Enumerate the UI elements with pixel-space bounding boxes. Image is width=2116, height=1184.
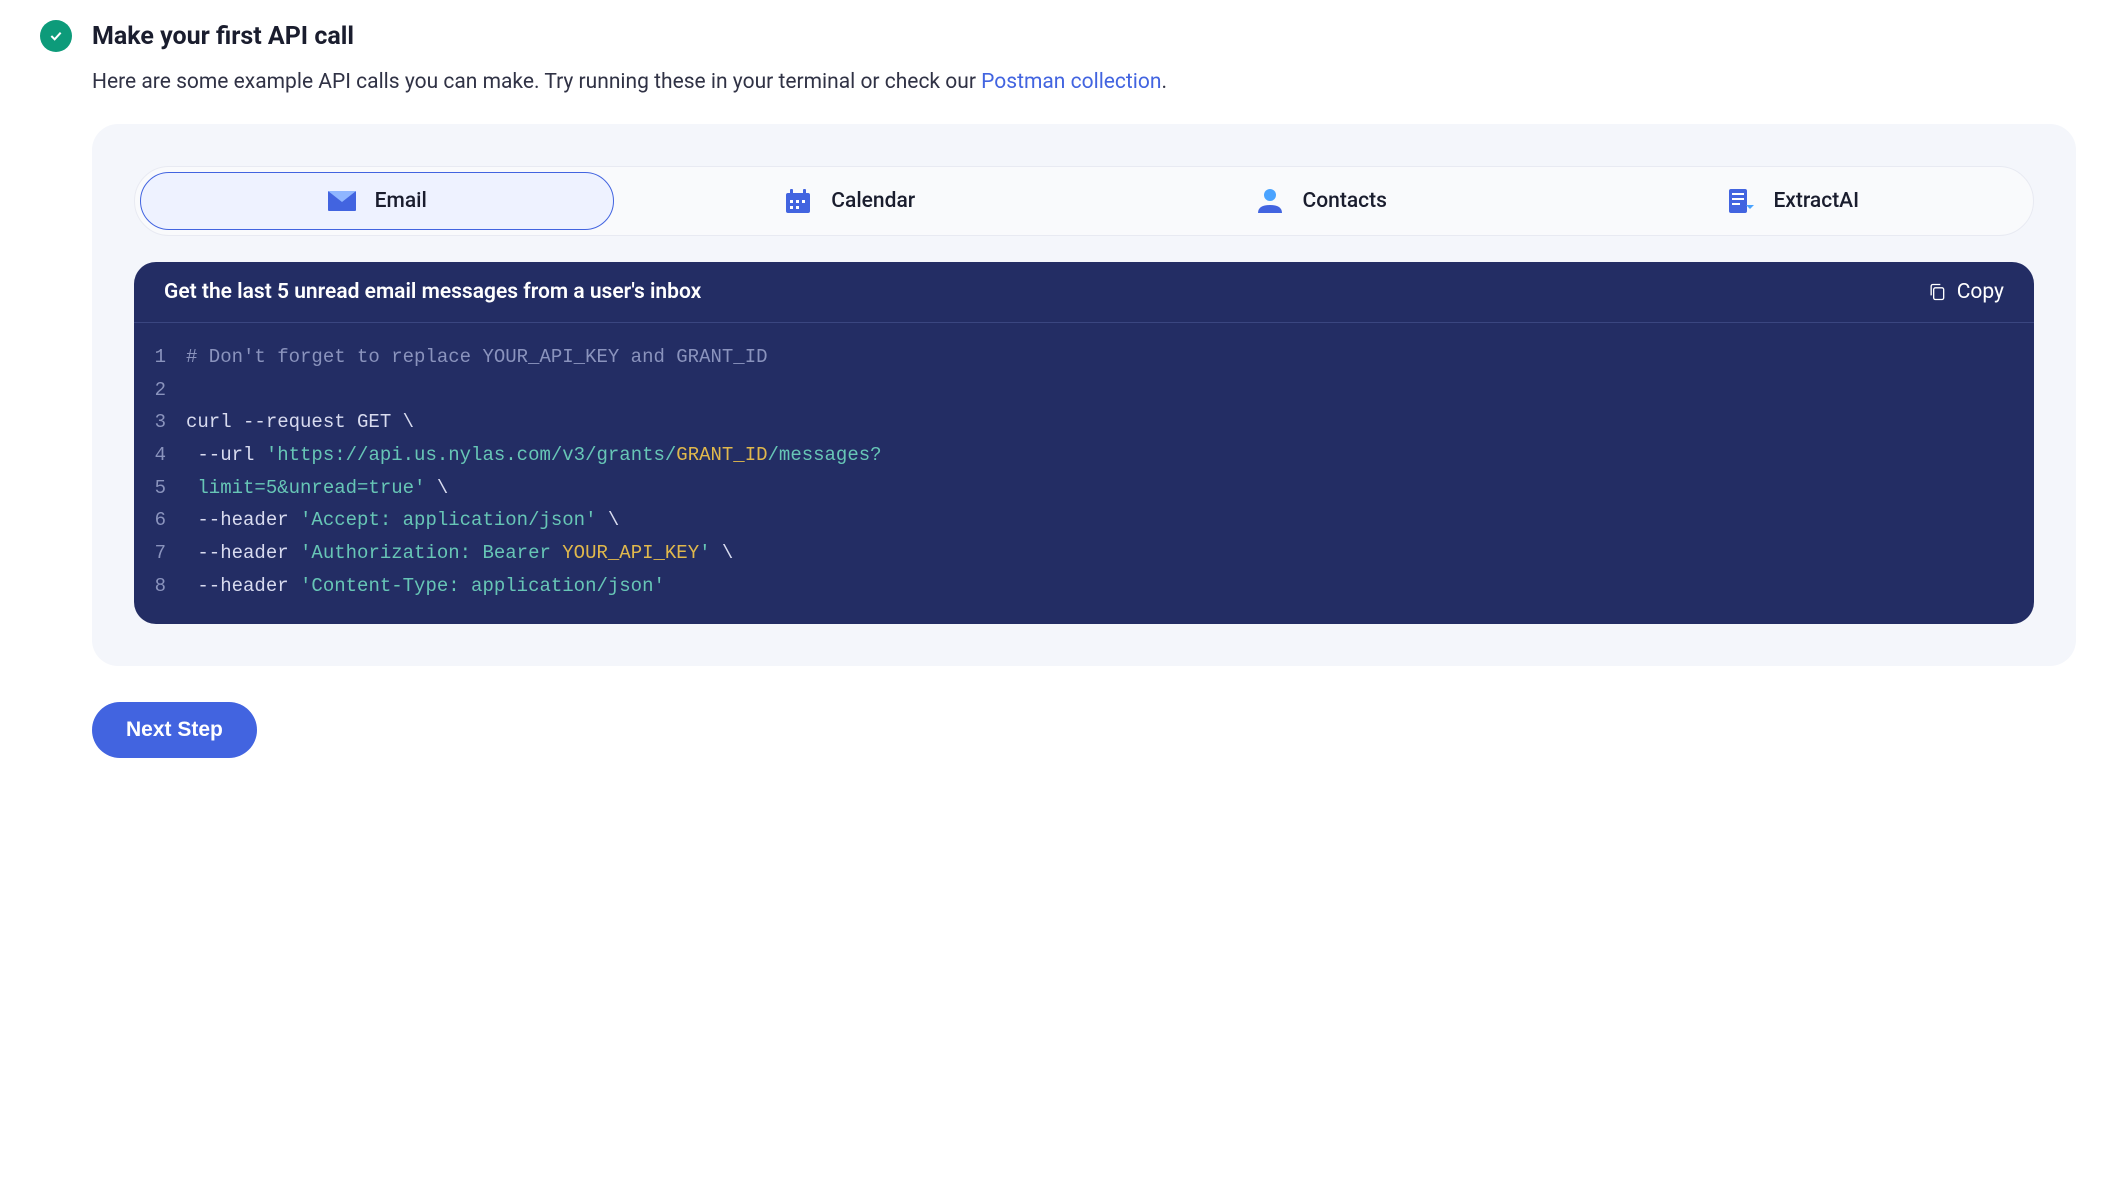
line-number: 7 xyxy=(134,537,186,570)
api-examples-card: Email Calendar Contacts ExtractAI Get the l… xyxy=(92,124,2076,666)
line-number: 6 xyxy=(134,504,186,537)
code-line: 6 --header 'Accept: application/json' \ xyxy=(134,504,2034,537)
code-text: --header 'Content-Type: application/json… xyxy=(186,570,665,603)
extract-icon xyxy=(1725,186,1755,216)
line-number: 3 xyxy=(134,406,186,439)
code-line: 8 --header 'Content-Type: application/js… xyxy=(134,570,2034,603)
page-title: Make your first API call xyxy=(92,22,354,51)
code-line: 3curl --request GET \ xyxy=(134,406,2034,439)
code-text: --url 'https://api.us.nylas.com/v3/grant… xyxy=(186,439,882,472)
tab-label: ExtractAI xyxy=(1773,189,1859,213)
line-number: 4 xyxy=(134,439,186,472)
line-number: 8 xyxy=(134,570,186,603)
next-step-button[interactable]: Next Step xyxy=(92,702,257,758)
contacts-icon xyxy=(1255,186,1285,216)
code-line: 5 limit=5&unread=true' \ xyxy=(134,472,2034,505)
line-number: 1 xyxy=(134,341,186,374)
intro-text: Here are some example API calls you can … xyxy=(92,70,2076,94)
copy-button[interactable]: Copy xyxy=(1927,280,2004,304)
tab-contacts[interactable]: Contacts xyxy=(1085,172,1557,230)
tab-label: Calendar xyxy=(831,189,915,213)
line-number: 2 xyxy=(134,374,186,407)
step-complete-check-icon xyxy=(40,20,72,52)
copy-icon xyxy=(1927,280,1947,304)
postman-link[interactable]: Postman collection xyxy=(981,70,1161,94)
code-body: 1# Don't forget to replace YOUR_API_KEY … xyxy=(134,323,2034,624)
code-line: 7 --header 'Authorization: Bearer YOUR_A… xyxy=(134,537,2034,570)
tab-calendar[interactable]: Calendar xyxy=(614,172,1086,230)
code-text: # Don't forget to replace YOUR_API_KEY a… xyxy=(186,341,768,374)
tabbar: Email Calendar Contacts ExtractAI xyxy=(134,166,2034,236)
calendar-icon xyxy=(783,186,813,216)
email-icon xyxy=(327,186,357,216)
code-text: curl --request GET \ xyxy=(186,406,414,439)
code-text: limit=5&unread=true' \ xyxy=(186,472,448,505)
code-title: Get the last 5 unread email messages fro… xyxy=(164,280,701,304)
tab-email[interactable]: Email xyxy=(140,172,614,230)
code-line: 4 --url 'https://api.us.nylas.com/v3/gra… xyxy=(134,439,2034,472)
line-number: 5 xyxy=(134,472,186,505)
code-line: 2 xyxy=(134,374,2034,407)
copy-label: Copy xyxy=(1957,280,2004,304)
code-text: --header 'Accept: application/json' \ xyxy=(186,504,619,537)
tab-extractai[interactable]: ExtractAI xyxy=(1557,172,2029,230)
intro-prefix: Here are some example API calls you can … xyxy=(92,70,981,94)
code-line: 1# Don't forget to replace YOUR_API_KEY … xyxy=(134,341,2034,374)
tab-label: Email xyxy=(375,189,427,213)
code-text: --header 'Authorization: Bearer YOUR_API… xyxy=(186,537,733,570)
tab-label: Contacts xyxy=(1303,189,1387,213)
intro-suffix: . xyxy=(1161,70,1167,94)
code-box: Get the last 5 unread email messages fro… xyxy=(134,262,2034,624)
